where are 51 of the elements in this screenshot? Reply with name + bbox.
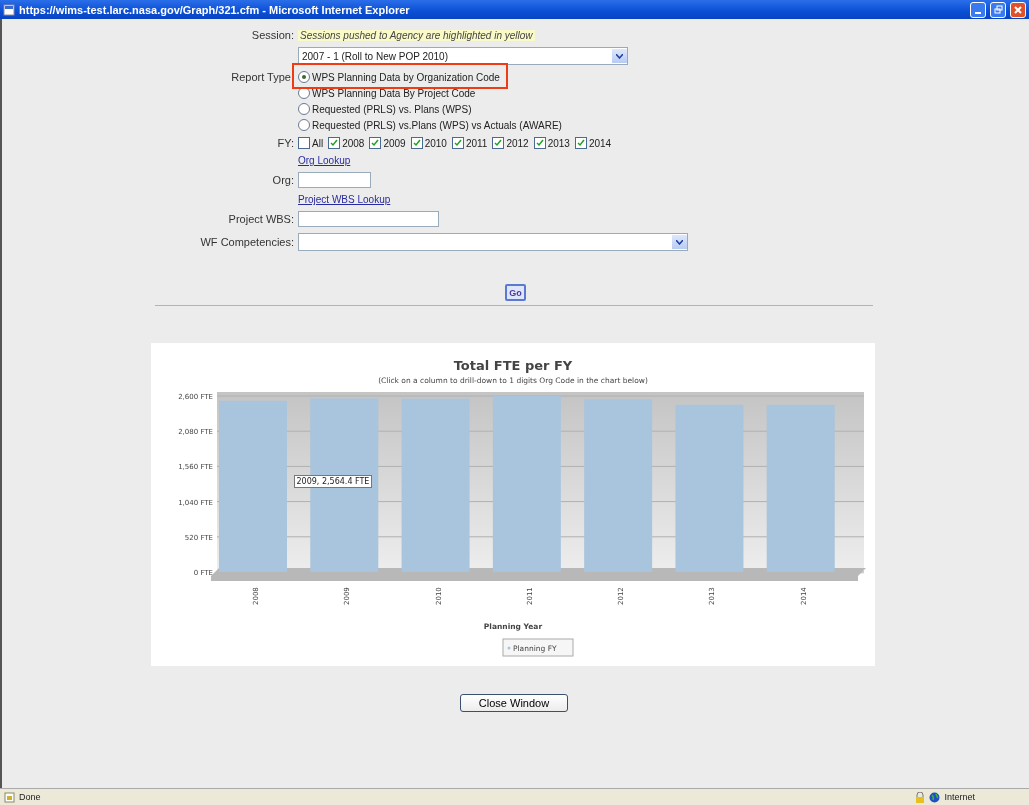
field-label: Org: [271,174,294,186]
org-field[interactable] [298,172,371,188]
close-window-button[interactable] [1010,1,1026,18]
close-window-button[interactable]: Close Window [460,694,568,712]
org-lookup-link[interactable]: Org Lookup [298,155,351,166]
session-select[interactable]: 2007 - 1 (Roll to New POP 2010) [298,47,628,65]
field-label: Session: [250,29,294,41]
field-label: Report Type: [230,71,294,83]
checkbox-option[interactable]: 2009 [369,137,406,149]
checkmark-icon [371,139,380,147]
globe-icon [929,791,941,803]
checkmark-icon [330,139,339,147]
radio-option[interactable]: WPS Planning Data By Project Code [298,87,476,99]
checkbox-option[interactable]: 2014 [574,137,612,149]
field-label: WF Competencies: [199,236,294,248]
checkbox-option[interactable]: 2013 [533,137,570,149]
status-text: Done [19,792,41,802]
restore-icon [993,5,1003,14]
field-label: FY: [276,137,294,149]
checkmark-icon [412,139,421,147]
caret-icon [676,239,683,245]
project-wbs-lookup-link[interactable]: Project WBS Lookup [298,194,391,205]
page-icon [4,791,15,803]
zone-text: Internet [944,792,975,802]
go-button[interactable]: Go [505,284,526,301]
checkmark-icon [535,139,544,147]
chart-tooltip: 2009, 2,564.4 FTE [293,475,373,488]
checkbox-option[interactable]: All [298,137,324,149]
caret-icon [616,53,623,59]
close-icon [1014,5,1022,14]
checkbox-option[interactable]: 2008 [328,137,365,149]
minimize-icon [975,11,981,14]
radio-option[interactable]: Requested (PRLS) vs.Plans (WPS) vs Actuals (AWARE) [298,119,562,131]
session-hint: Sessions pushed to Agency are highlighted in yellow [298,29,535,41]
checkbox-option[interactable]: 2011 [451,137,488,149]
browser-page-icon [3,3,15,16]
checkbox-option[interactable]: 2010 [410,137,447,149]
checkbox-option[interactable]: 2012 [492,137,529,149]
checkmark-icon [453,139,462,147]
checkmark-icon [576,139,585,147]
lock-icon [915,791,926,803]
minimize-button[interactable] [970,1,986,18]
field-label: Project WBS: [227,213,294,225]
chart-title: Total FTE per FY [453,358,572,373]
checkmark-icon [494,139,503,147]
window-title: https://wims-test.larc.nasa.gov/Graph/321.cfm - Microsoft Internet Explorer [19,3,411,16]
radio-option[interactable]: Requested (PRLS) vs. Plans (WPS) [298,103,472,115]
radio-option[interactable]: WPS Planning Data by Organization Code [298,71,500,83]
wf-competencies-select[interactable] [298,233,688,251]
project-wbs-field[interactable] [298,211,439,227]
restore-button[interactable] [990,1,1006,18]
